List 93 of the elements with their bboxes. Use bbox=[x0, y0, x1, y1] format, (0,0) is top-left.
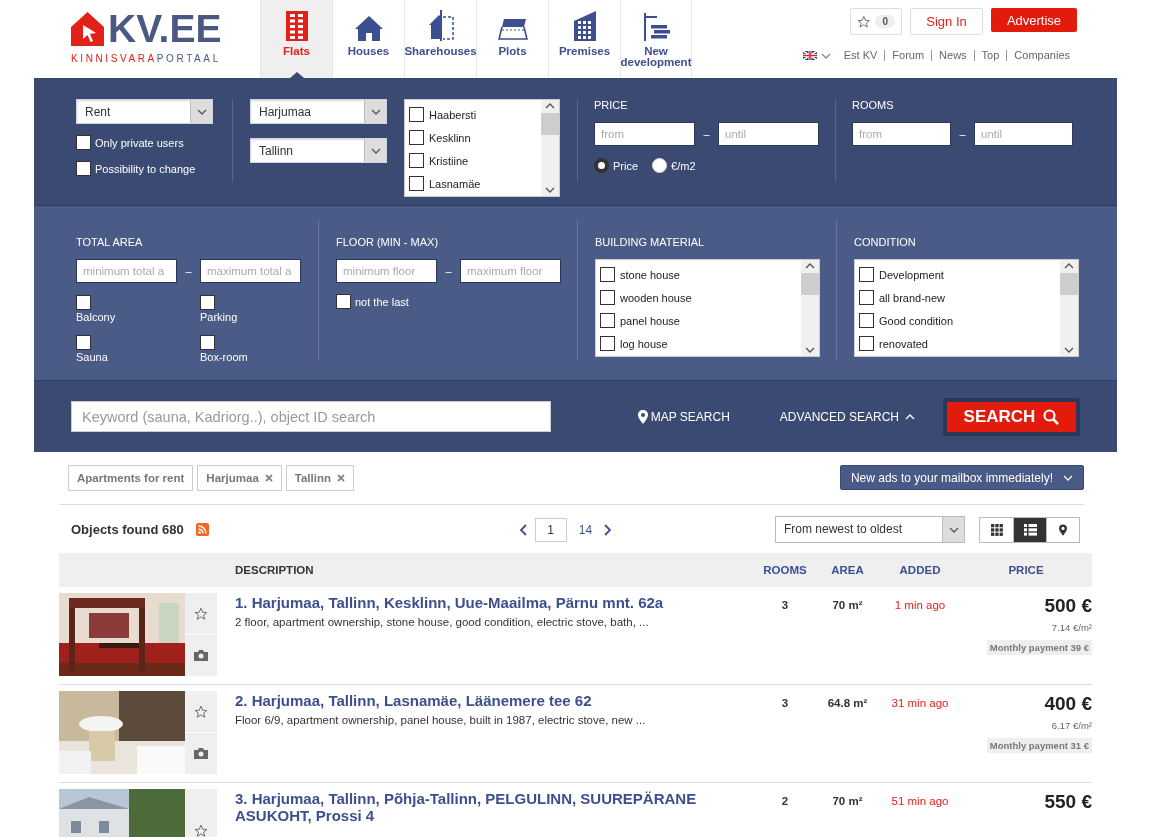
rooms-value: 3 bbox=[780, 598, 790, 613]
advertise-button[interactable]: Advertise bbox=[991, 8, 1077, 32]
listing-price: 400 € bbox=[1044, 693, 1092, 715]
section-title: CONDITION bbox=[854, 236, 917, 248]
price-until-field[interactable]: until bbox=[718, 122, 819, 146]
sort-select[interactable]: From newest to oldest bbox=[775, 516, 965, 543]
checkbox-option[interactable]: Good condition bbox=[859, 309, 1060, 332]
checkbox-option[interactable]: Haabersti bbox=[409, 103, 541, 126]
min-floor-field[interactable]: minimum floor bbox=[336, 259, 437, 283]
section-title: TOTAL AREA bbox=[76, 236, 144, 248]
column-header: DESCRIPTION bbox=[217, 553, 755, 587]
checkbox-option[interactable]: stone house bbox=[600, 263, 801, 286]
section-title: ROOMS bbox=[852, 99, 895, 111]
checkbox-option[interactable]: wooden house bbox=[600, 286, 801, 309]
logo-tagline: KINNISVARA PORTAAL bbox=[71, 53, 222, 64]
nav-link[interactable]: Companies bbox=[1006, 49, 1077, 61]
monthly-payment-badge: Monthly payment 39 € bbox=[986, 640, 1092, 655]
county-select[interactable]: Harjumaa bbox=[250, 99, 387, 124]
checkbox-option[interactable]: Possibility to change bbox=[76, 161, 232, 176]
range-dash: – bbox=[702, 128, 711, 140]
rooms-value: 2 bbox=[780, 794, 790, 809]
filter-chip[interactable]: Tallinn bbox=[285, 465, 354, 491]
nav-link[interactable]: Forum bbox=[884, 49, 932, 61]
checkbox-option[interactable]: all brand-new bbox=[859, 286, 1060, 309]
category-tab[interactable]: Sharehouses bbox=[404, 0, 476, 78]
checkbox-option[interactable]: Parking bbox=[200, 295, 300, 323]
checkbox-option[interactable]: Only private users bbox=[76, 135, 232, 150]
results-count: Objects found 680 bbox=[71, 522, 184, 537]
listing-details: Floor 6/9, apartment ownership, panel house, built in 1987, electric stove, new ... bbox=[235, 714, 647, 726]
area-value: 64.8 m² bbox=[826, 696, 869, 711]
sign-in-button[interactable]: Sign In bbox=[910, 8, 983, 35]
section-title: PRICE bbox=[594, 99, 629, 111]
checkbox-option[interactable]: Development bbox=[859, 263, 1060, 286]
radio-option[interactable]: €/m2 bbox=[652, 158, 696, 173]
checkbox-option[interactable]: Balcony bbox=[76, 295, 200, 323]
max-floor-field[interactable]: maximum floor bbox=[460, 259, 561, 283]
search-button[interactable]: SEARCH bbox=[947, 401, 1076, 432]
listing-details: 2 floor, apartment ownership, stone house, good condition, electric stove, bath, ... bbox=[235, 616, 650, 628]
filter-chip[interactable]: Harjumaa bbox=[197, 465, 282, 491]
nav-link[interactable]: News bbox=[931, 49, 974, 61]
rooms-from-field[interactable]: from bbox=[852, 122, 951, 146]
rooms-until-field[interactable]: until bbox=[974, 122, 1073, 146]
price-from-field[interactable]: from bbox=[594, 122, 695, 146]
listing-price: 500 € bbox=[1044, 595, 1092, 617]
max-area-field[interactable]: maximum total a bbox=[200, 259, 301, 283]
listing-title[interactable]: 1. Harjumaa, Tallinn, Kesklinn, Uue-Maailma, Pärnu mnt. 62a bbox=[235, 594, 755, 611]
category-tab[interactable]: Flats bbox=[260, 0, 332, 78]
logo-text: KV.EE bbox=[108, 10, 222, 48]
checkbox-option[interactable]: panel house bbox=[600, 309, 801, 332]
section-title: BUILDING MATERIAL bbox=[595, 236, 706, 248]
checkbox-option[interactable]: not the last bbox=[336, 294, 577, 309]
filter-chip[interactable]: Apartments for rent bbox=[68, 465, 194, 491]
monthly-payment-badge: Monthly payment 31 € bbox=[986, 738, 1092, 753]
column-header: PRICE bbox=[960, 553, 1092, 587]
area-value: 70 m² bbox=[831, 794, 864, 809]
column-header: ROOMS bbox=[755, 553, 815, 587]
price-per-m2: 6.17 €/m² bbox=[1051, 720, 1092, 731]
advanced-search-link[interactable]: ADVANCED SEARCH bbox=[779, 409, 915, 424]
mailbox-alert-button[interactable]: New ads to your mailbox immediately! bbox=[839, 465, 1084, 490]
keyword-search-field[interactable]: Keyword (sauna, Kadriorg..), object ID search bbox=[71, 401, 551, 432]
area-value: 70 m² bbox=[831, 598, 864, 613]
deal-type-select[interactable]: Rent bbox=[76, 99, 213, 124]
total-pages: 14 bbox=[578, 522, 593, 537]
rooms-value: 3 bbox=[780, 696, 790, 711]
listing-title[interactable]: 3. Harjumaa, Tallinn, Põhja-Tallinn, PELGULINN, SUUREPÄRANE ASUKOHT, Prossi 4 bbox=[235, 790, 755, 824]
checkbox-option[interactable]: Kristiine bbox=[409, 149, 541, 172]
checkbox-option[interactable]: Lasnamäe bbox=[409, 172, 541, 195]
section-title: FLOOR (MIN - MAX) bbox=[336, 236, 440, 248]
map-search-link[interactable]: MAP SEARCH bbox=[637, 409, 730, 424]
listing-price: 550 € bbox=[1044, 791, 1092, 813]
nav-link[interactable]: Est KV bbox=[836, 49, 885, 61]
added-time: 51 min ago bbox=[890, 794, 950, 809]
checkbox-option[interactable]: Box-room bbox=[200, 335, 300, 363]
checkbox-option[interactable]: Kesklinn bbox=[409, 126, 541, 149]
added-time: 1 min ago bbox=[893, 598, 947, 613]
category-tab[interactable]: New development bbox=[620, 0, 692, 78]
range-dash: – bbox=[184, 265, 193, 277]
listing-title[interactable]: 2. Harjumaa, Tallinn, Lasnamäe, Läänemere tee 62 bbox=[235, 692, 755, 709]
added-time: 31 min ago bbox=[890, 696, 950, 711]
checkbox-option[interactable]: renovated bbox=[859, 332, 1060, 355]
checkbox-option[interactable]: Sauna bbox=[76, 335, 200, 363]
city-select[interactable]: Tallinn bbox=[250, 138, 387, 163]
checkbox-option[interactable]: log house bbox=[600, 332, 801, 355]
column-header: AREA bbox=[815, 553, 880, 587]
page-number-field[interactable]: 1 bbox=[534, 517, 567, 542]
range-dash: – bbox=[444, 265, 453, 277]
radio-option[interactable]: Price bbox=[594, 158, 639, 173]
column-header: ADDED bbox=[880, 553, 960, 587]
min-area-field[interactable]: minimum total a bbox=[76, 259, 177, 283]
price-per-m2: 7.14 €/m² bbox=[1051, 622, 1092, 633]
favorites-button[interactable]: 0 bbox=[850, 8, 902, 35]
range-dash: – bbox=[958, 128, 967, 140]
nav-link[interactable]: Top bbox=[973, 49, 1007, 61]
